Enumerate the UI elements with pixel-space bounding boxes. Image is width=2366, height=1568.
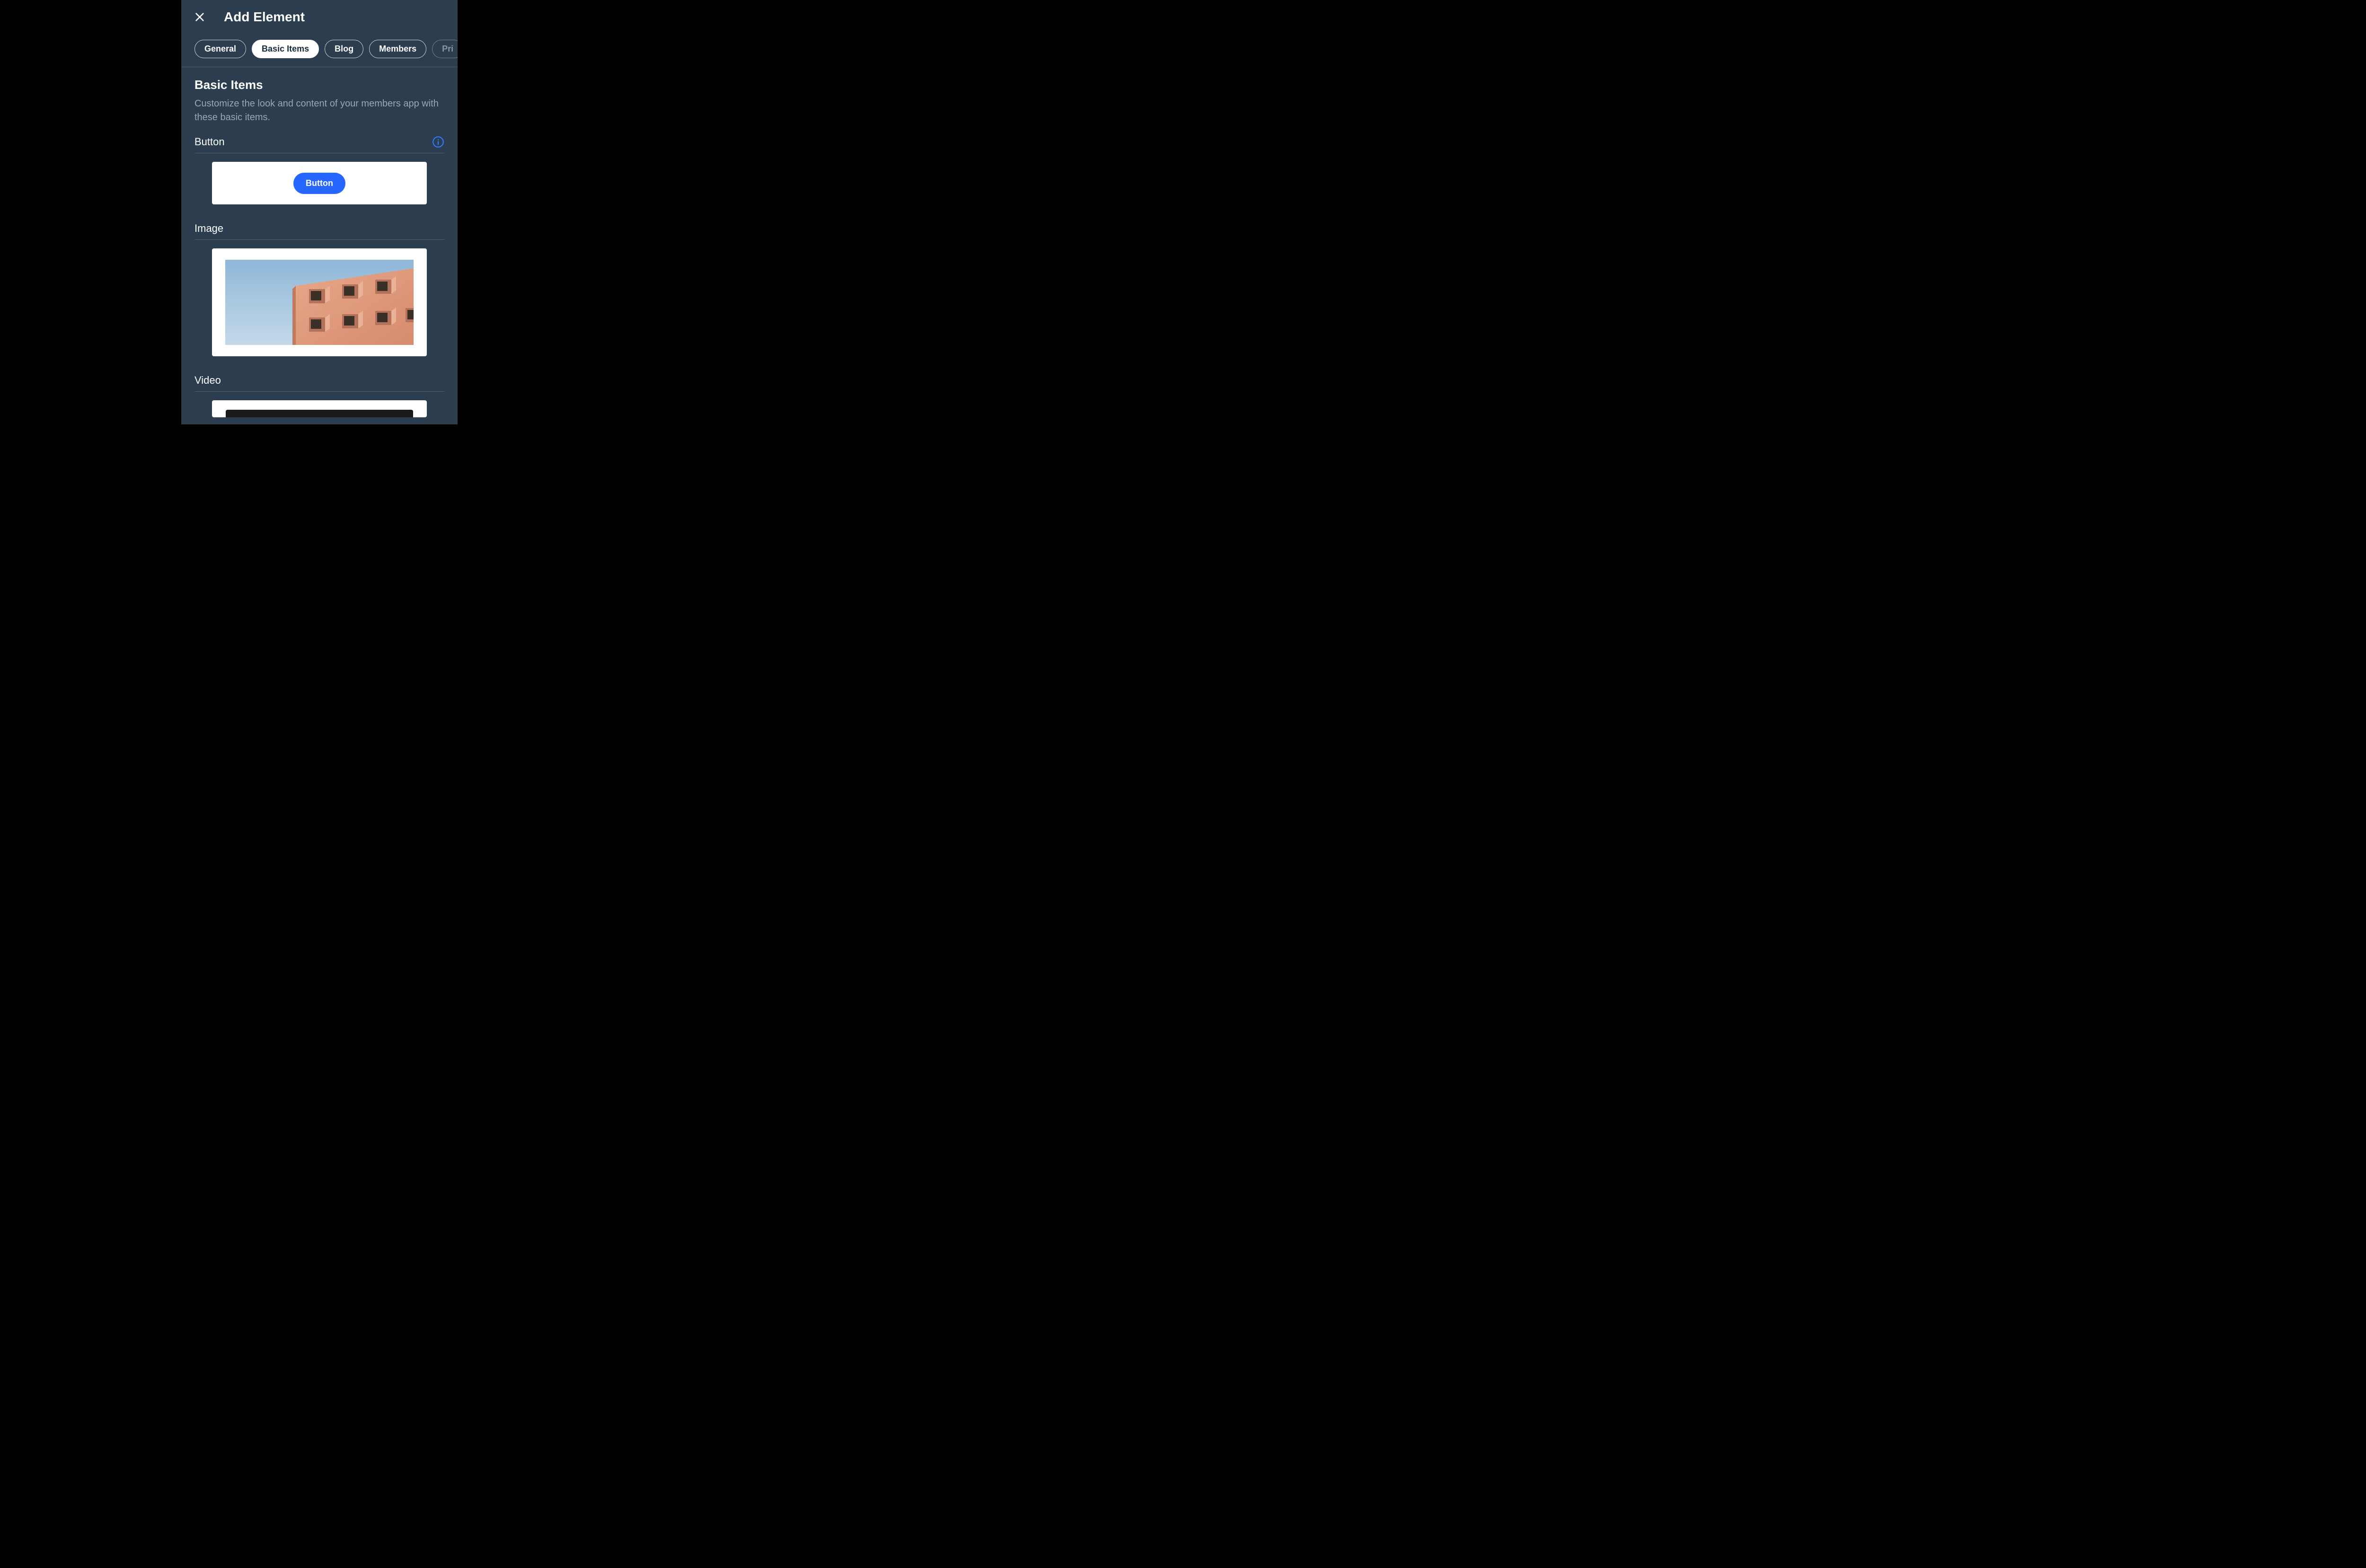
tab-members[interactable]: Members [369, 40, 426, 58]
item-row-image: Image [194, 222, 444, 240]
tab-pricing-plans[interactable]: Pri [432, 40, 458, 58]
tab-blog[interactable]: Blog [325, 40, 363, 58]
close-icon[interactable] [194, 12, 205, 22]
info-icon[interactable] [432, 136, 444, 148]
panel-content: Basic Items Customize the look and conte… [181, 67, 458, 417]
video-element-preview[interactable] [212, 400, 427, 417]
tab-general[interactable]: General [194, 40, 246, 58]
item-row-button: Button [194, 136, 444, 153]
panel-title: Add Element [224, 9, 305, 25]
button-element-preview[interactable]: Button [212, 162, 427, 204]
item-label-button: Button [194, 136, 225, 148]
section-title: Basic Items [194, 78, 444, 92]
image-element-preview[interactable] [212, 248, 427, 356]
preview-button: Button [293, 173, 345, 194]
item-label-video: Video [194, 374, 221, 387]
video-thumbnail [226, 410, 413, 417]
panel-header: Add Element [181, 0, 458, 33]
category-tabs: General Basic Items Blog Members Pri [181, 33, 458, 67]
tab-basic-items[interactable]: Basic Items [252, 40, 319, 58]
add-element-panel: Add Element General Basic Items Blog Mem… [181, 0, 458, 424]
item-row-video: Video [194, 374, 444, 392]
section-description: Customize the look and content of your m… [194, 97, 444, 124]
building-illustration [225, 260, 414, 345]
item-label-image: Image [194, 222, 223, 235]
